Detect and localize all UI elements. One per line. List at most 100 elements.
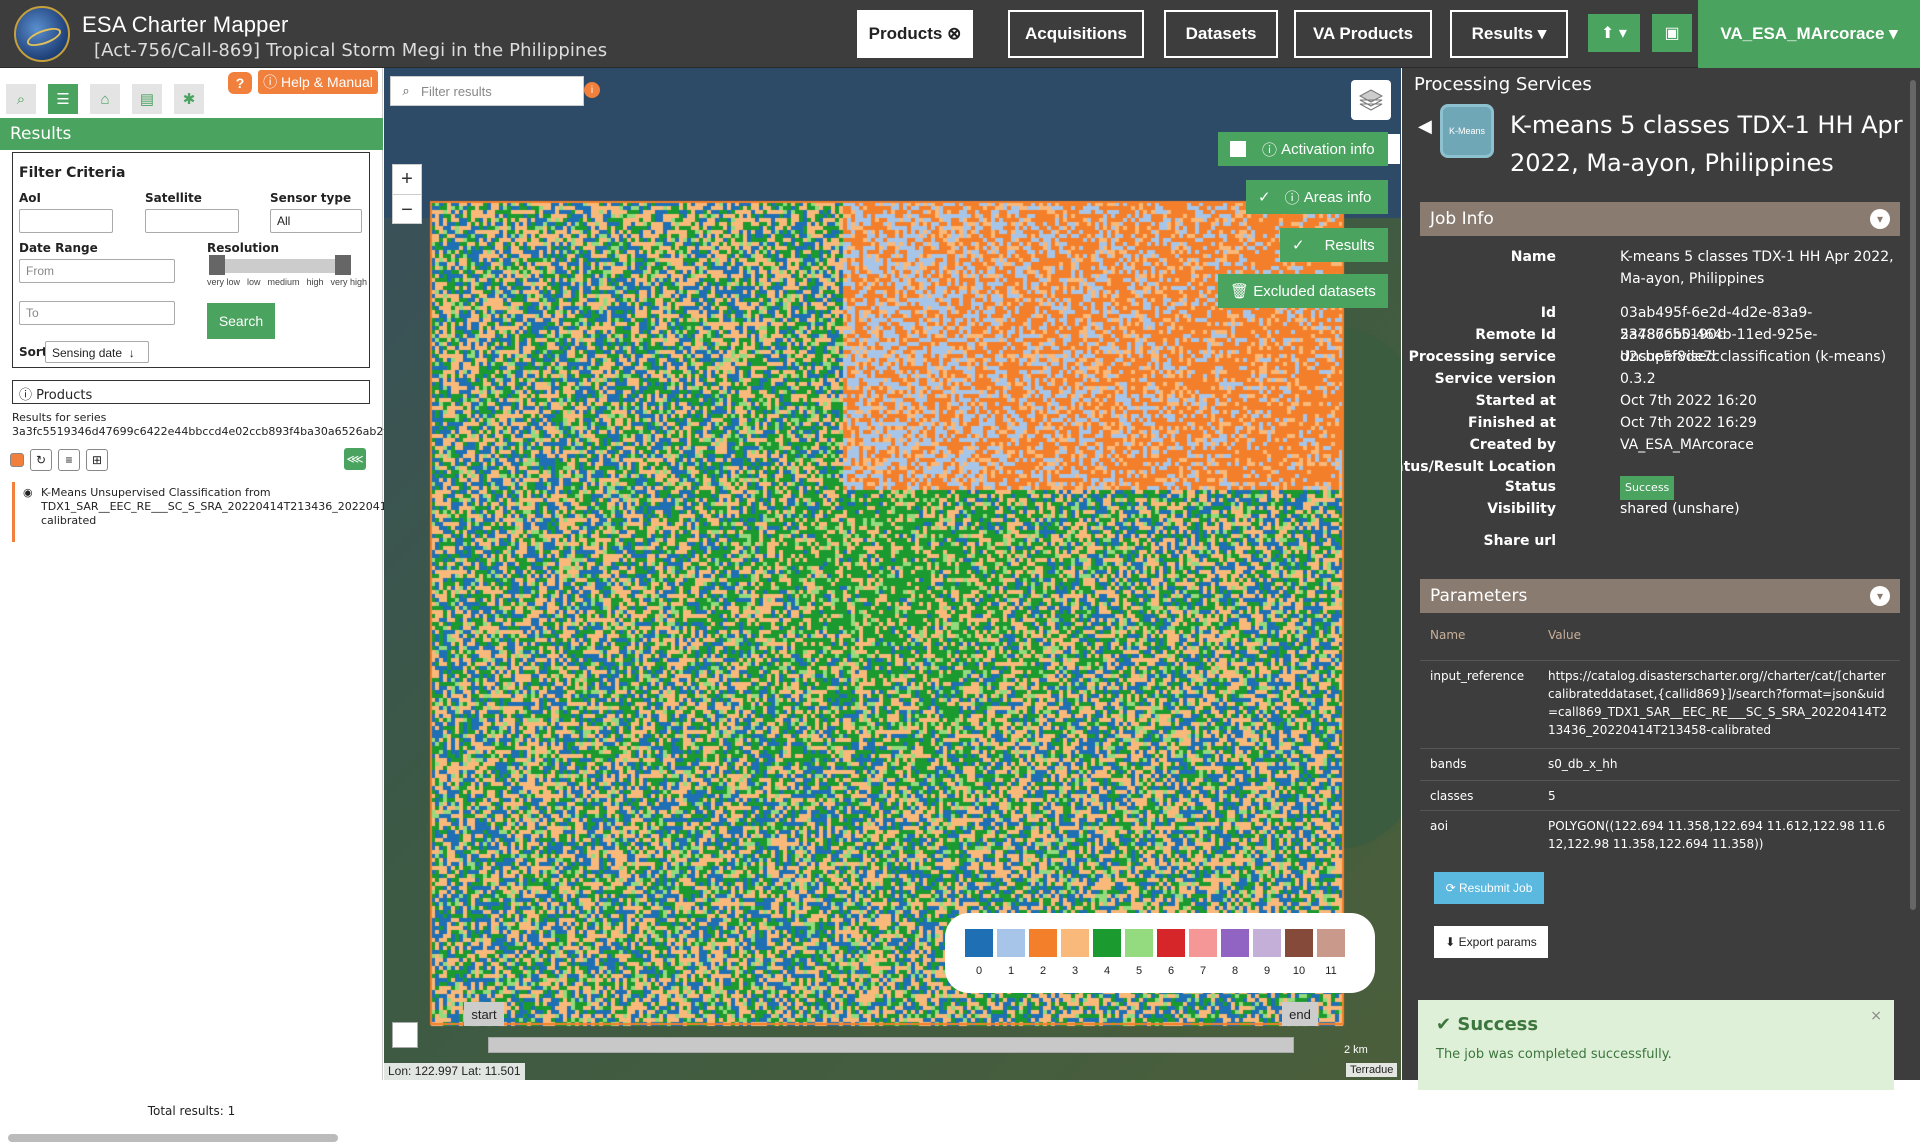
success-alert: ✔ Success The job was completed successf… <box>1418 1000 1894 1090</box>
share-icon[interactable]: ⋘ <box>344 448 366 470</box>
legend-label: 3 <box>1071 965 1079 977</box>
legend-swatch <box>997 929 1025 957</box>
legend-item: 7 <box>1189 929 1217 977</box>
legend-item: 6 <box>1157 929 1185 977</box>
trash-icon: 🗑 <box>1230 283 1250 300</box>
date-from-input[interactable]: From <box>19 259 175 283</box>
series-info: Results for series 3a3fc5519346d47699c64… <box>12 411 405 439</box>
chevron-down-icon[interactable]: ▾ <box>1870 209 1890 229</box>
check-icon: ✓ <box>1292 237 1305 254</box>
date-to-input[interactable]: To <box>19 301 175 325</box>
info-value: VA_ESA_MArcorace <box>1620 437 1754 453</box>
info-key: Status <box>1504 479 1556 495</box>
result-item[interactable]: ◉ K-Means Unsupervised Classification fr… <box>12 482 446 542</box>
tick: very high <box>330 277 367 287</box>
list-view-icon[interactable]: ≡ <box>58 449 80 471</box>
nav-datasets[interactable]: Datasets <box>1164 10 1278 58</box>
collapse-arrow[interactable] <box>1386 134 1400 164</box>
back-arrow-icon[interactable]: ◀ <box>1418 116 1432 137</box>
legend-item: 11 <box>1317 929 1345 977</box>
archive-icon[interactable]: ▤ <box>132 84 162 114</box>
layers-icon[interactable] <box>1351 80 1391 120</box>
legend-label: 10 <box>1292 965 1306 977</box>
zoom-control: + − <box>392 164 422 224</box>
sensor-select[interactable]: All <box>270 209 362 233</box>
chevron-down-icon[interactable]: ▾ <box>1870 586 1890 606</box>
info-key: Name <box>1510 249 1556 265</box>
close-icon[interactable]: × <box>1870 1008 1882 1024</box>
slider-handle-min[interactable] <box>209 255 225 275</box>
tick: low <box>246 277 261 287</box>
info-value: Success <box>1620 476 1896 500</box>
activation-info-button[interactable]: ⓘ Activation info <box>1218 132 1388 166</box>
tick: very low <box>207 277 241 287</box>
areas-info-button[interactable]: ✓ ⓘ Areas info <box>1246 180 1388 214</box>
param-value: s0_db_x_hh <box>1548 757 1618 771</box>
excluded-datasets-button[interactable]: 🗑 Excluded datasets <box>1218 274 1388 308</box>
scale-bar: 2 km <box>1344 1044 1368 1056</box>
resubmit-job-button[interactable]: ⟳ Resubmit Job <box>1434 872 1544 904</box>
legend-item: 9 <box>1253 929 1281 977</box>
activation-checkbox[interactable] <box>1230 141 1246 157</box>
filter-title: Filter Criteria <box>19 165 126 181</box>
upload-button[interactable]: ⬆ ▾ <box>1588 14 1640 52</box>
check-icon: ✓ <box>1258 189 1271 206</box>
results-layer-button[interactable]: ✓ Results <box>1280 228 1388 262</box>
aoi-select[interactable] <box>19 209 113 233</box>
select-all-checkbox[interactable] <box>10 453 24 467</box>
basket-add-icon[interactable]: ⊞ <box>86 449 108 471</box>
nav-results[interactable]: Results ▾ <box>1450 10 1568 58</box>
info-key: Visibility <box>1487 501 1556 517</box>
info-value: shared (unshare) <box>1620 501 1740 517</box>
param-name: aoi <box>1430 819 1449 833</box>
refresh-icon[interactable]: ↻ <box>30 449 52 471</box>
legend-item: 8 <box>1221 929 1249 977</box>
list-icon[interactable]: ☰ <box>48 84 78 114</box>
help-manual-button[interactable]: ⓘ Help & Manual <box>258 70 378 94</box>
search-button[interactable]: Search <box>207 303 275 339</box>
series-id: 3a3fc5519346d47699c6422e44bbccd4e02ccb89… <box>12 425 405 438</box>
products-box[interactable]: ⓘ Products <box>12 380 370 404</box>
close-icon[interactable]: ⊗ <box>947 24 961 44</box>
legend-label: 6 <box>1167 965 1175 977</box>
legend-label: 9 <box>1263 965 1271 977</box>
export-params-button[interactable]: ⬇ Export params <box>1434 926 1548 958</box>
results-header: Results <box>0 118 383 150</box>
search-icon[interactable]: ⌕ <box>6 84 36 114</box>
question-icon[interactable]: ? <box>228 72 252 94</box>
sort-select[interactable]: Sensing date ↓ <box>45 341 149 363</box>
total-results: Total results: 1 <box>147 1104 236 1118</box>
nav-acquisitions[interactable]: Acquisitions <box>1008 10 1144 58</box>
user-menu[interactable]: VA_ESA_MArcorace ▾ <box>1698 0 1920 68</box>
gear-icon[interactable]: ✱ <box>174 84 204 114</box>
satellite-input[interactable] <box>145 209 239 233</box>
parameters-header[interactable]: Parameters ▾ <box>1420 579 1900 613</box>
job-info-header[interactable]: Job Info ▾ <box>1420 202 1900 236</box>
horizontal-scrollbar[interactable] <box>8 1134 338 1142</box>
resolution-slider[interactable] <box>209 259 347 273</box>
slider-handle-max[interactable] <box>335 255 351 275</box>
info-icon[interactable]: i <box>584 82 600 98</box>
vertical-scrollbar[interactable] <box>1910 80 1916 910</box>
time-start-label[interactable]: start <box>464 1002 504 1026</box>
timeline-bar[interactable] <box>488 1037 1294 1053</box>
fullscreen-icon[interactable] <box>392 1022 418 1048</box>
legend-item: 2 <box>1029 929 1057 977</box>
result-status-icon: ◉ <box>23 486 33 499</box>
param-value: 5 <box>1548 789 1556 803</box>
info-value: K-means 5 classes TDX-1 HH Apr 2022, Ma-… <box>1620 249 1894 287</box>
nav-va-products[interactable]: VA Products <box>1294 10 1432 58</box>
nav-products[interactable]: Products ⊗ <box>857 10 973 58</box>
attribution: Terradue <box>1346 1063 1398 1077</box>
briefcase-button[interactable]: ▣ <box>1652 14 1692 52</box>
basket-icon[interactable]: ⌂ <box>90 84 120 114</box>
legend-swatch <box>965 929 993 957</box>
time-end-label[interactable]: end <box>1282 1002 1318 1026</box>
result-tools: ↻ ≡ ⊞ <box>10 448 108 472</box>
legend-label: 1 <box>1007 965 1015 977</box>
zoom-out-button[interactable]: − <box>393 195 421 225</box>
zoom-in-button[interactable]: + <box>393 165 421 195</box>
filter-results-input[interactable]: ⌕ Filter results <box>390 76 584 106</box>
legend-item: 10 <box>1285 929 1313 977</box>
legend-swatch <box>1029 929 1057 957</box>
